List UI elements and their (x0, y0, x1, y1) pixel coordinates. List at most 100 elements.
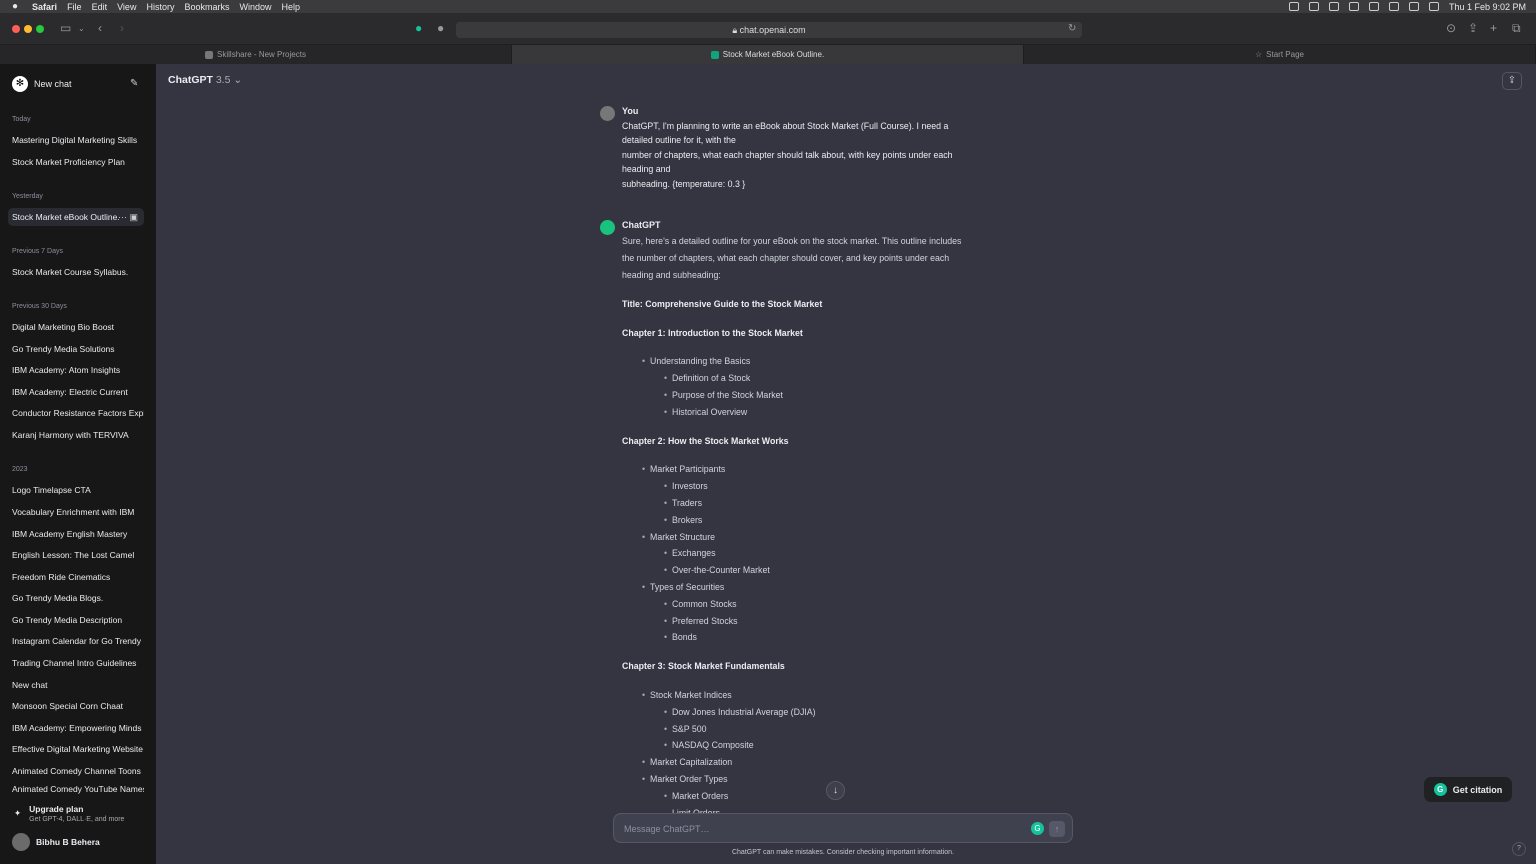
reload-icon[interactable]: ↻ (1068, 23, 1076, 34)
new-tab-icon[interactable]: + (1490, 21, 1497, 35)
chat-item[interactable]: Mastering Digital Marketing Skills (8, 131, 144, 149)
chat-item[interactable]: Vocabulary Enrichment with IBM (8, 503, 144, 521)
chat-item[interactable]: Logo Timelapse CTA (8, 481, 144, 499)
tab-label: Skillshare - New Projects (217, 50, 306, 59)
upgrade-plan-button[interactable]: ✦ Upgrade plan Get GPT-4, DALL·E, and mo… (14, 804, 149, 823)
chat-item[interactable]: IBM Academy: Electric Current (8, 383, 144, 401)
list-item: Exchanges (664, 548, 715, 558)
list-item: Definition of a Stock (664, 373, 750, 383)
message-line: number of chapters, what each chapter sh… (622, 149, 953, 160)
new-chat-button[interactable]: ✻ New chat (12, 76, 144, 92)
get-citation-button[interactable]: G Get citation (1424, 777, 1512, 802)
tab-start-page[interactable]: ☆ Start Page (1024, 45, 1536, 64)
chat-item[interactable]: Effective Digital Marketing Website (8, 740, 144, 758)
close-window-button[interactable] (12, 25, 20, 33)
message-input[interactable] (624, 822, 1014, 836)
menu-bar: ● Safari File Edit View History Bookmark… (0, 0, 1536, 13)
list-item: Understanding the Basics (642, 356, 750, 366)
chat-item[interactable]: Go Trendy Media Blogs. (8, 589, 144, 607)
help-icon[interactable]: ? (1512, 842, 1526, 856)
menu-edit[interactable]: Edit (92, 2, 108, 12)
user-menu[interactable]: Bibhu B Behera (12, 833, 100, 851)
back-icon[interactable]: ‹ (98, 21, 102, 35)
chat-item[interactable]: Animated Comedy YouTube Names (8, 783, 144, 795)
chat-item[interactable]: Instagram Calendar for Go Trendy (8, 632, 144, 650)
chat-item[interactable]: Go Trendy Media Description (8, 611, 144, 629)
chat-item[interactable]: Trading Channel Intro Guidelines (8, 654, 144, 672)
tab-skillshare[interactable]: Skillshare - New Projects (0, 45, 512, 64)
chat-item[interactable]: IBM Academy: Empowering Minds (8, 719, 144, 737)
menu-bookmarks[interactable]: Bookmarks (184, 2, 229, 12)
chat-item[interactable]: English Lesson: The Lost Camel (8, 546, 144, 564)
chat-item[interactable]: Freedom Ride Cinematics (8, 568, 144, 586)
chat-item[interactable]: Stock Market Proficiency Plan (8, 153, 144, 171)
download-icon[interactable]: ⊙ (1446, 21, 1456, 35)
scroll-down-button[interactable]: ↓ (826, 781, 845, 800)
control-center-icon[interactable] (1408, 2, 1419, 11)
list-item: Investors (664, 481, 708, 491)
siri-icon[interactable] (1428, 2, 1439, 11)
message-author: You (622, 106, 639, 116)
notion-icon[interactable] (1308, 2, 1319, 11)
model-selector[interactable]: ChatGPT 3.5 ⌄ (168, 74, 242, 86)
chat-item[interactable]: Go Trendy Media Solutions (8, 340, 144, 358)
minimize-window-button[interactable] (24, 25, 32, 33)
chat-main: ChatGPT 3.5 ⌄ ⇪ You ChatGPT, I'm plannin… (156, 64, 1536, 864)
tab-label: Start Page (1266, 50, 1304, 59)
tab-overview-icon[interactable]: ⧉ (1512, 21, 1521, 36)
chatgpt-icon (710, 50, 719, 59)
chat-item[interactable]: Stock Market Course Syllabus. (8, 263, 144, 281)
compose-icon[interactable]: ✎ (130, 78, 138, 89)
assistant-message: ChatGPT Sure, here's a detailed outline … (600, 220, 1002, 283)
apple-icon[interactable]: ● (12, 1, 18, 12)
menu-help[interactable]: Help (282, 2, 301, 12)
address-bar[interactable]: 🔒︎ chat.openai.com (456, 22, 1082, 38)
bluetooth-icon[interactable] (1348, 2, 1359, 11)
grammarly-extension-icon[interactable]: ● (415, 21, 422, 35)
chat-item[interactable]: IBM Academy: Atom Insights (8, 361, 144, 379)
chapter-heading: Chapter 2: How the Stock Market Works (622, 436, 789, 446)
chat-item[interactable]: New chat (8, 676, 144, 694)
menu-view[interactable]: View (117, 2, 136, 12)
chat-item-active[interactable]: Stock Market eBook Outline. ··· ▣ (8, 208, 144, 226)
message-composer: G ↑ (613, 813, 1073, 843)
chat-item[interactable]: Karanj Harmony with TERVIVA (8, 426, 144, 444)
menu-file[interactable]: File (67, 2, 82, 12)
list-item: Preferred Stocks (664, 616, 737, 626)
message-line: detailed outline for it, with the (622, 135, 736, 146)
chat-item[interactable]: Animated Comedy Channel Toons (8, 762, 144, 780)
chatgpt-avatar (600, 220, 615, 235)
list-item: Traders (664, 498, 702, 508)
share-chat-button[interactable]: ⇪ (1502, 72, 1522, 90)
share-icon[interactable]: ⇪ (1468, 21, 1478, 35)
wifi-icon[interactable] (1368, 2, 1379, 11)
list-item: Purpose of the Stock Market (664, 390, 783, 400)
search-icon[interactable] (1388, 2, 1399, 11)
sidebar-toggle-icon[interactable]: ▭ (60, 21, 71, 35)
tab-stock-market[interactable]: Stock Market eBook Outline. (512, 45, 1024, 64)
chat-item[interactable]: Monsoon Special Corn Chaat (8, 697, 144, 715)
menu-history[interactable]: History (146, 2, 174, 12)
headphones-icon[interactable] (1328, 2, 1339, 11)
list-item: Market Orders (664, 791, 728, 801)
chat-item[interactable]: IBM Academy English Mastery (8, 525, 144, 543)
menu-window[interactable]: Window (239, 2, 271, 12)
extension-icon[interactable]: ● (437, 21, 444, 35)
send-button[interactable]: ↑ (1049, 821, 1065, 837)
forward-icon[interactable]: › (120, 21, 124, 35)
sidebar: ✻ New chat ✎ Today Mastering Digital Mar… (0, 64, 156, 864)
upgrade-title: Upgrade plan (29, 804, 84, 814)
chevron-down-icon[interactable]: ⌄ (78, 24, 85, 33)
chat-item[interactable]: Digital Marketing Bio Boost (8, 318, 144, 336)
status-icon[interactable] (1288, 2, 1299, 11)
chat-options-icon[interactable]: ··· ▣ (118, 208, 138, 226)
citation-label: Get citation (1452, 784, 1503, 795)
menu-app-name[interactable]: Safari (32, 2, 57, 12)
zoom-window-button[interactable] (36, 25, 44, 33)
chat-item[interactable]: Conductor Resistance Factors Explained (8, 404, 144, 422)
clock[interactable]: Thu 1 Feb 9:02 PM (1449, 2, 1526, 12)
new-chat-label: New chat (34, 79, 72, 89)
chapter-heading: Chapter 1: Introduction to the Stock Mar… (622, 328, 803, 338)
disclaimer: ChatGPT can make mistakes. Consider chec… (731, 849, 955, 856)
grammarly-icon[interactable]: G (1031, 822, 1044, 835)
